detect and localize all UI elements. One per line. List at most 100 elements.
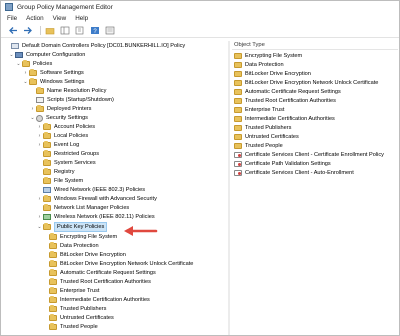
- list-item[interactable]: Encrypting File System: [234, 52, 302, 60]
- list-item[interactable]: Certificate Services Client - Certificat…: [234, 151, 384, 159]
- tree-node-deployed-printers[interactable]: › Deployed Printers: [30, 105, 91, 113]
- tree-node-software-settings[interactable]: › Software Settings: [23, 69, 84, 77]
- list-item[interactable]: Intermediate Certification Authorities: [234, 115, 335, 123]
- tree-node-label: Security Settings: [46, 115, 88, 121]
- policy-icon: [11, 43, 19, 49]
- list-item[interactable]: Enterprise Trust: [234, 106, 284, 114]
- list-item[interactable]: Trusted People: [234, 142, 283, 150]
- back-arrow-icon[interactable]: [7, 25, 19, 36]
- list-item[interactable]: BitLocker Drive Encryption Network Unloc…: [234, 79, 378, 87]
- tree-node-network-list-manager[interactable]: Network List Manager Policies: [37, 204, 129, 212]
- tree-node-windows-settings[interactable]: ⌄ Windows Settings: [23, 78, 84, 86]
- tree-node-bitlocker-network-unlock[interactable]: BitLocker Drive Encryption Network Unloc…: [49, 260, 193, 268]
- tree-node-intermediate-ca[interactable]: Intermediate Certification Authorities: [49, 296, 150, 304]
- list-item-label: BitLocker Drive Encryption: [245, 71, 311, 77]
- expand-chevron-icon[interactable]: ›: [37, 213, 42, 221]
- list-item[interactable]: Automatic Certificate Request Settings: [234, 88, 341, 96]
- tree-node-scripts[interactable]: Scripts (Startup/Shutdown): [30, 96, 114, 104]
- tree-node-label: Data Protection: [60, 243, 99, 249]
- list-item[interactable]: Trusted Root Certification Authorities: [234, 97, 336, 105]
- tree-node-label: Trusted Publishers: [60, 306, 107, 312]
- collapse-chevron-icon[interactable]: ⌄: [16, 60, 21, 68]
- tree-node-policy-root[interactable]: Default Domain Controllers Policy [DC01.…: [5, 42, 185, 50]
- list-item[interactable]: Untrusted Certificates: [234, 133, 299, 141]
- tree-node-encrypting-file-system[interactable]: Encrypting File System: [49, 233, 117, 241]
- tree-node-windows-firewall[interactable]: › Windows Firewall with Advanced Securit…: [37, 195, 157, 203]
- folder-icon: [234, 62, 242, 68]
- column-header-object-type[interactable]: Object Type: [232, 41, 398, 50]
- tree-node-auto-cert-request[interactable]: Automatic Certificate Request Settings: [49, 269, 156, 277]
- tree-node-file-system[interactable]: File System: [37, 177, 83, 185]
- expand-chevron-icon[interactable]: ›: [37, 123, 42, 131]
- folder-icon: [43, 177, 51, 184]
- tree-node-label: Trusted People: [60, 324, 98, 330]
- properties-icon[interactable]: [104, 25, 116, 36]
- expand-chevron-icon[interactable]: ›: [23, 69, 28, 77]
- tree-node-security-settings[interactable]: ⌄ Security Settings: [30, 114, 88, 122]
- folder-icon: [234, 80, 242, 86]
- export-list-icon[interactable]: [74, 25, 86, 36]
- expand-chevron-icon[interactable]: ›: [37, 141, 42, 149]
- certificate-icon: [234, 170, 242, 176]
- folder-icon: [29, 78, 37, 85]
- folder-icon: [49, 314, 57, 321]
- tree-node-public-key-policies[interactable]: ⌄ Public Key Policies: [37, 222, 108, 232]
- tree-node-label: Name Resolution Policy: [47, 88, 107, 94]
- tree-node-registry[interactable]: Registry: [37, 168, 75, 176]
- wireless-network-icon: [43, 214, 51, 220]
- folder-icon: [234, 98, 242, 104]
- console-tree: Default Domain Controllers Policy [DC01.…: [5, 41, 227, 335]
- help-icon[interactable]: ?: [89, 25, 101, 36]
- tree-node-system-services[interactable]: System Services: [37, 159, 96, 167]
- tree-node-account-policies[interactable]: › Account Policies: [37, 123, 95, 131]
- tree-node-bitlocker[interactable]: BitLocker Drive Encryption: [49, 251, 126, 259]
- tree-node-name-resolution-policy[interactable]: Name Resolution Policy: [30, 87, 106, 95]
- tree-node-wireless-network[interactable]: › Wireless Network (IEEE 802.11) Policie…: [37, 213, 155, 221]
- list-item[interactable]: Certificate Services Client - Auto-Enrol…: [234, 169, 354, 177]
- script-icon: [36, 97, 44, 103]
- expand-chevron-icon[interactable]: ›: [30, 105, 35, 113]
- pane-splitter[interactable]: [228, 41, 230, 335]
- up-folder-icon[interactable]: [44, 25, 56, 36]
- tree-node-computer-configuration[interactable]: ⌄ Computer Configuration: [9, 51, 85, 59]
- expand-chevron-icon[interactable]: ›: [37, 132, 42, 140]
- tree-node-enterprise-trust[interactable]: Enterprise Trust: [49, 287, 99, 295]
- folder-icon: [49, 323, 57, 330]
- menu-file[interactable]: File: [7, 15, 17, 22]
- folder-icon: [22, 60, 30, 67]
- tree-node-local-policies[interactable]: › Local Policies: [37, 132, 88, 140]
- folder-icon: [234, 107, 242, 113]
- tree-node-label: Encrypting File System: [60, 234, 118, 240]
- collapse-chevron-icon[interactable]: ⌄: [9, 51, 14, 59]
- menu-help[interactable]: Help: [75, 15, 88, 22]
- collapse-chevron-icon[interactable]: ⌄: [23, 78, 28, 86]
- collapse-chevron-icon[interactable]: ⌄: [30, 114, 35, 122]
- list-item-label: Untrusted Certificates: [245, 134, 299, 140]
- list-item[interactable]: Certificate Path Validation Settings: [234, 160, 331, 168]
- tree-node-untrusted-certificates[interactable]: Untrusted Certificates: [49, 314, 114, 322]
- tree-node-policies[interactable]: ⌄ Policies: [16, 60, 52, 68]
- details-list: Object Type Encrypting File System Data …: [232, 41, 398, 191]
- tree-node-trusted-root-ca[interactable]: Trusted Root Certification Authorities: [49, 278, 151, 286]
- list-item[interactable]: Data Protection: [234, 61, 284, 69]
- folder-icon: [49, 278, 57, 285]
- expand-chevron-icon[interactable]: ›: [37, 195, 42, 203]
- tree-node-wired-network[interactable]: Wired Network (IEEE 802.3) Policies: [37, 186, 145, 194]
- tree-node-label: BitLocker Drive Encryption Network Unloc…: [60, 261, 194, 267]
- menu-action[interactable]: Action: [26, 15, 44, 22]
- menu-view[interactable]: View: [53, 15, 67, 22]
- list-item[interactable]: BitLocker Drive Encryption: [234, 70, 311, 78]
- tree-node-trusted-publishers[interactable]: Trusted Publishers: [49, 305, 106, 313]
- tree-node-trusted-people[interactable]: Trusted People: [49, 323, 98, 331]
- forward-arrow-icon[interactable]: [22, 25, 34, 36]
- window-title: Group Policy Management Editor: [17, 3, 113, 11]
- list-item[interactable]: Trusted Publishers: [234, 124, 291, 132]
- tree-node-restricted-groups[interactable]: Restricted Groups: [37, 150, 99, 158]
- toolbar: ?: [1, 24, 399, 38]
- show-hide-tree-icon[interactable]: [59, 25, 71, 36]
- tree-node-label: Enterprise Trust: [60, 288, 100, 294]
- collapse-chevron-icon[interactable]: ⌄: [37, 223, 42, 231]
- tree-node-event-log[interactable]: › Event Log: [37, 141, 79, 149]
- folder-icon: [49, 269, 57, 276]
- tree-node-data-protection[interactable]: Data Protection: [49, 242, 99, 250]
